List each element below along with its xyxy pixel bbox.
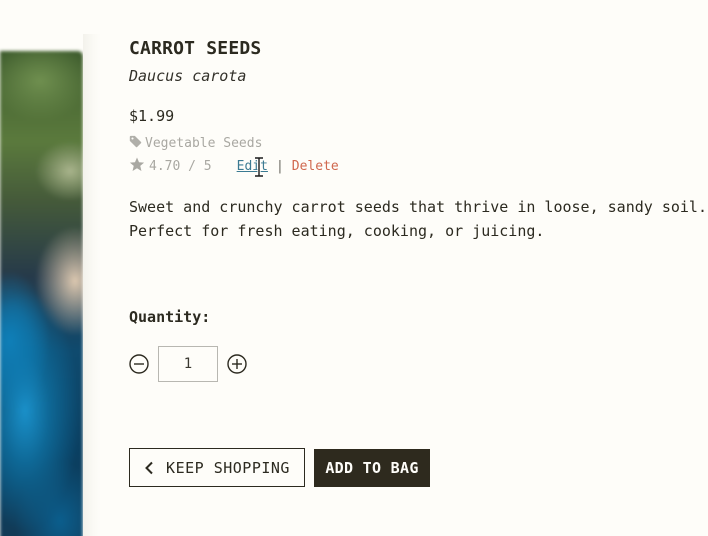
action-separator: | [275, 159, 284, 174]
product-category: Vegetable Seeds [129, 135, 262, 152]
delete-link[interactable]: Delete [292, 159, 339, 174]
rating-value: 4.70 / 5 [149, 159, 212, 174]
image-card-edge [83, 34, 101, 536]
text-cursor-icon [253, 156, 265, 178]
keep-shopping-label: KEEP SHOPPING [166, 458, 290, 477]
product-detail-page: CARROT SEEDS Daucus carota $1.99 Vegetab… [0, 0, 708, 536]
rating-actions-row: 4.70 / 5 Edit | Delete [129, 157, 339, 176]
chevron-left-icon [145, 461, 153, 474]
plus-circle-icon [227, 354, 247, 374]
decrement-button[interactable] [129, 354, 149, 374]
quantity-stepper [129, 346, 247, 382]
keep-shopping-button[interactable]: KEEP SHOPPING [129, 448, 305, 487]
tag-icon [129, 135, 142, 152]
category-label: Vegetable Seeds [145, 136, 263, 151]
star-icon [129, 157, 145, 176]
quantity-input[interactable] [158, 346, 218, 382]
add-to-bag-button[interactable]: ADD TO BAG [314, 449, 430, 487]
product-title: CARROT SEEDS [129, 38, 262, 59]
action-buttons: KEEP SHOPPING ADD TO BAG [129, 448, 430, 487]
product-price: $1.99 [129, 107, 175, 125]
product-description: Sweet and crunchy carrot seeds that thri… [129, 198, 707, 240]
product-latin-name: Daucus carota [129, 67, 247, 85]
increment-button[interactable] [227, 354, 247, 374]
quantity-label: Quantity: [129, 308, 211, 326]
product-image [0, 51, 83, 536]
add-to-bag-label: ADD TO BAG [325, 459, 419, 477]
minus-circle-icon [129, 354, 149, 374]
